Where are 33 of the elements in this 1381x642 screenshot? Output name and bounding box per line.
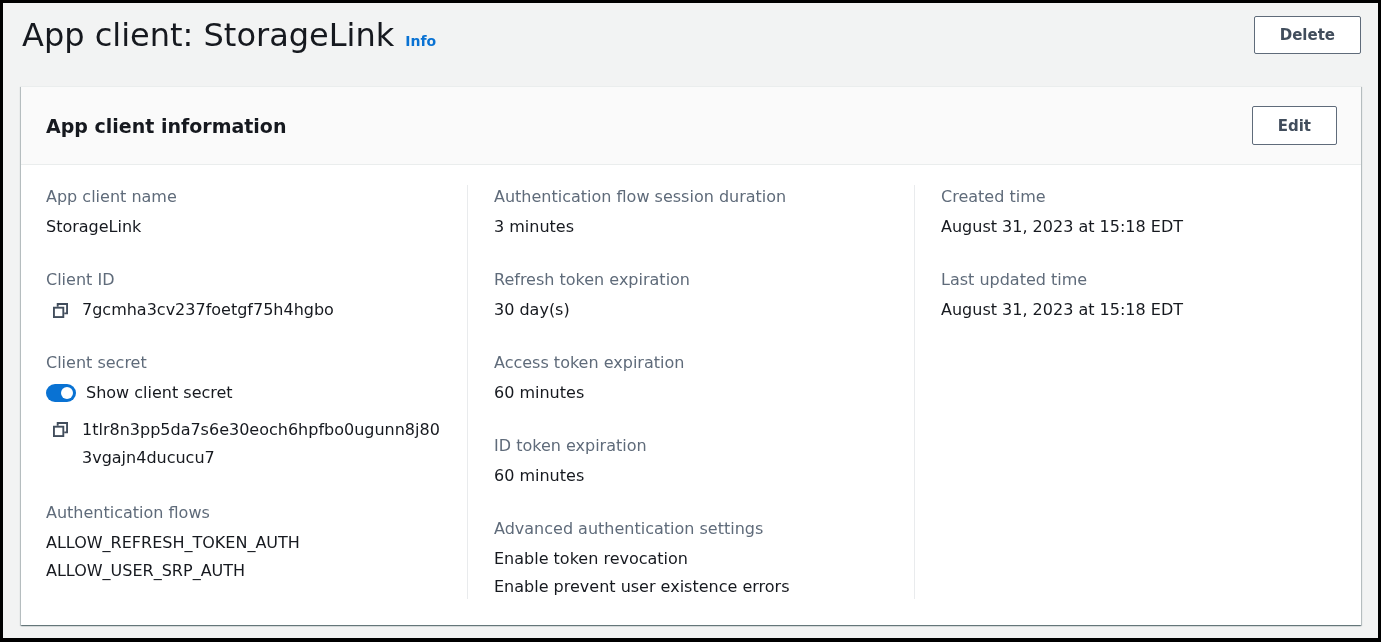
field-value: ALLOW_REFRESH_TOKEN_AUTH xyxy=(46,532,300,554)
field-value: August 31, 2023 at 15:18 EDT xyxy=(941,216,1183,238)
field-label: Refresh token expiration xyxy=(494,269,690,291)
field-value: Enable prevent user existence errors xyxy=(494,576,790,598)
field-label: Authentication flow session duration xyxy=(494,186,787,208)
field-value: August 31, 2023 at 15:18 EDT xyxy=(941,299,1183,321)
field-label: Client secret xyxy=(46,352,147,374)
card-title: App client information xyxy=(46,114,287,137)
field-label: Client ID xyxy=(46,269,115,291)
field-value: StorageLink xyxy=(46,216,142,238)
field-label: Access token expiration xyxy=(494,352,685,374)
field-value: 60 minutes xyxy=(494,382,585,404)
toggle-label: Show client secret xyxy=(86,382,233,404)
toggle-switch[interactable] xyxy=(46,384,76,402)
field-value: ALLOW_USER_SRP_AUTH xyxy=(46,560,246,582)
field-label: Authentication flows xyxy=(46,502,210,524)
info-link[interactable]: Info xyxy=(405,33,437,49)
field-label: Last updated time xyxy=(941,269,1088,291)
field-label: Advanced authentication settings xyxy=(494,518,764,540)
field-value: 30 day(s) xyxy=(494,299,570,321)
copy-icon[interactable] xyxy=(53,422,68,437)
field-value: 7gcmha3cv237foetgf75h4hgbo xyxy=(82,299,334,321)
field-label: ID token expiration xyxy=(494,435,647,457)
field-value: 60 minutes xyxy=(494,465,585,487)
field-label: App client name xyxy=(46,186,177,208)
field-label: Created time xyxy=(941,186,1046,208)
edit-button[interactable]: Edit xyxy=(1251,106,1337,145)
field-value: Enable token revocation xyxy=(494,548,688,570)
copy-icon[interactable] xyxy=(53,302,68,318)
page-title: App client: StorageLink xyxy=(22,16,395,54)
field-value: 1tlr8n3pp5da7s6e30eoch6hpfbo0ugunn8j803vgajn4ducucu7 xyxy=(82,419,441,469)
delete-button[interactable]: Delete xyxy=(1253,16,1361,54)
field-value: 3 minutes xyxy=(494,216,575,238)
